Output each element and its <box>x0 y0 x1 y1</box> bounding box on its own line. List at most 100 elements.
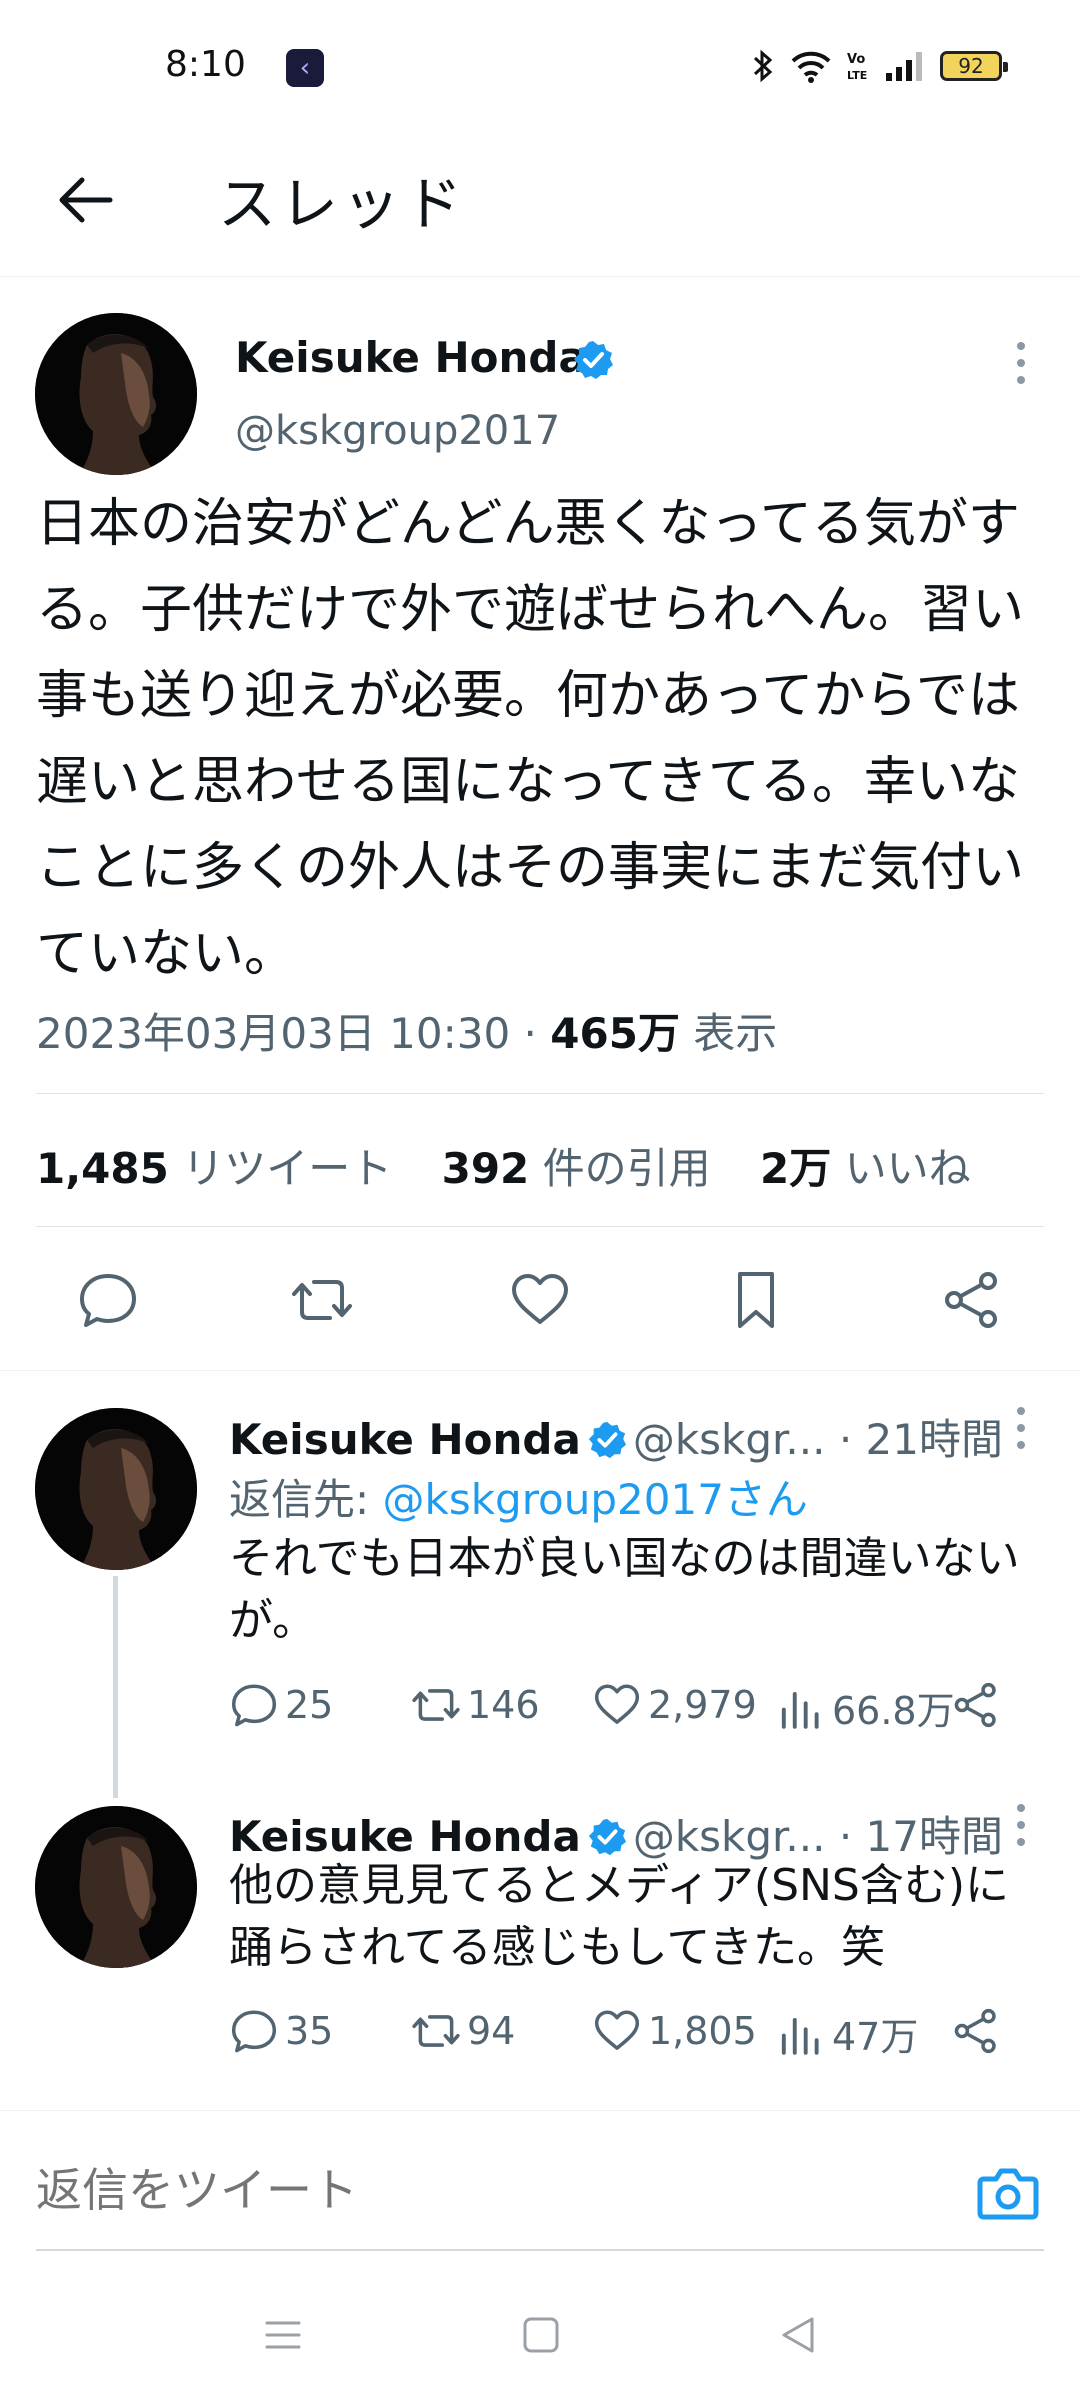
reply-count: 25 <box>285 1683 334 1727</box>
reply-time[interactable]: · 21時間 <box>839 1415 1003 1464</box>
share-button[interactable] <box>951 2006 1001 2056</box>
quote-stat[interactable]: 392 件の引用 <box>442 1144 711 1193</box>
views-button[interactable]: 47万 <box>776 2006 918 2061</box>
view-label: 表示 <box>693 1009 778 1058</box>
reply-header: Keisuke Honda @kskgr... · 21時間 <box>229 1406 1003 1467</box>
quote-count: 392 <box>441 1144 530 1193</box>
tweet-meta: 2023年03月03日 10:30 · 465万 表示 <box>36 1000 777 1061</box>
divider <box>36 1226 1044 1227</box>
author-name[interactable]: Keisuke Honda <box>229 1812 581 1861</box>
author-handle[interactable]: @kskgr... <box>633 1415 826 1464</box>
reply-icon <box>231 1684 277 1727</box>
reply-to-line: 返信先: @kskgroup2017さん <box>229 1466 808 1527</box>
more-options-icon[interactable] <box>1006 338 1036 388</box>
retweet-button[interactable]: 94 <box>411 2006 515 2056</box>
share-icon[interactable] <box>940 1268 1004 1332</box>
more-options-icon[interactable] <box>1006 1403 1036 1453</box>
page-title: スレッド <box>218 170 467 238</box>
avatar[interactable] <box>35 313 197 475</box>
retweet-icon <box>412 2015 460 2047</box>
tweet-date[interactable]: 2023年03月03日 10:30 <box>36 1009 510 1058</box>
camera-icon[interactable] <box>976 2161 1040 2225</box>
input-underline <box>36 2249 1044 2251</box>
back-icon[interactable] <box>768 2305 828 2365</box>
reply-time[interactable]: · 17時間 <box>839 1812 1003 1861</box>
bookmark-icon[interactable] <box>724 1268 788 1332</box>
author-handle[interactable]: @kskgroup2017 <box>235 408 560 454</box>
status-bar: 8:10 ‹ Vo LTE 92 <box>0 0 1080 135</box>
like-icon <box>594 1684 640 1724</box>
analytics-icon <box>781 2017 819 2055</box>
reply-to-label: 返信先: <box>229 1475 383 1524</box>
home-icon[interactable] <box>511 2305 571 2365</box>
volte-icon: Vo LTE <box>847 52 867 82</box>
retweet-count: 146 <box>467 1683 540 1727</box>
thread-header: スレッド <box>0 135 1080 277</box>
retweet-stat[interactable]: 1,485 リツイート <box>36 1144 392 1193</box>
reply-icon[interactable] <box>76 1268 140 1332</box>
like-label: いいね <box>844 1144 971 1193</box>
share-button[interactable] <box>951 1680 1001 1730</box>
tweet-action-bar <box>0 1260 1080 1340</box>
reply-count: 35 <box>285 2009 334 2053</box>
verified-badge-icon <box>574 341 613 379</box>
avatar[interactable] <box>35 1806 197 1968</box>
like-icon[interactable] <box>508 1268 572 1332</box>
reply-text: 他の意見見てるとメディア(SNS含む)に踊らされてる感じもしてきた。笑 <box>229 1860 1010 1973</box>
view-count[interactable]: 465万 <box>550 1009 680 1058</box>
svg-text:Vo: Vo <box>847 52 865 67</box>
reply-composer <box>0 2110 1080 2251</box>
analytics-icon <box>781 1691 819 1729</box>
verified-badge-icon <box>588 1818 626 1856</box>
like-icon <box>594 2010 640 2050</box>
svg-text:LTE: LTE <box>847 69 867 82</box>
retweet-icon[interactable] <box>290 1268 354 1332</box>
retweet-count: 94 <box>467 2009 516 2053</box>
thread-connector <box>113 1576 118 1798</box>
reply-action-bar: 25 146 2,979 66.8万 <box>229 1680 1029 1740</box>
share-icon <box>954 2008 996 2054</box>
reply-action-bar: 35 94 1,805 47万 <box>229 2006 1029 2066</box>
like-count: 1,805 <box>648 2009 757 2053</box>
tweet-stats: 1,485 リツイート 392 件の引用 2万 いいね <box>36 1135 1007 1196</box>
retweet-button[interactable]: 146 <box>411 1680 540 1730</box>
signal-icon <box>886 52 922 81</box>
back-arrow-icon[interactable] <box>50 165 120 235</box>
portrait-image <box>35 1408 197 1570</box>
status-icons: Vo LTE 92 <box>750 48 1008 84</box>
reply-to-mention[interactable]: @kskgroup2017さん <box>383 1475 808 1524</box>
system-nav-bar <box>0 2280 1080 2400</box>
like-count: 2万 <box>760 1144 832 1193</box>
share-icon <box>954 1682 996 1728</box>
wifi-icon <box>791 51 831 83</box>
author-name[interactable]: Keisuke Honda <box>229 1415 581 1464</box>
author-handle[interactable]: @kskgr... <box>633 1812 826 1861</box>
status-time: 8:10 <box>165 44 246 85</box>
retweet-count: 1,485 <box>36 1144 169 1193</box>
reply-icon <box>231 2010 277 2053</box>
reply-button[interactable]: 25 <box>229 1680 333 1730</box>
portrait-image <box>35 313 197 475</box>
like-button[interactable]: 2,979 <box>592 1680 757 1730</box>
battery-icon: 92 <box>940 51 1008 81</box>
quote-label: 件の引用 <box>542 1144 711 1193</box>
like-button[interactable]: 1,805 <box>592 2006 757 2056</box>
view-count: 66.8万 <box>832 1689 955 1733</box>
like-stat[interactable]: 2万 いいね <box>760 1144 971 1193</box>
avatar[interactable] <box>35 1408 197 1570</box>
verified-badge-icon <box>588 1421 626 1459</box>
author-name[interactable]: Keisuke Honda <box>235 333 587 382</box>
portrait-image <box>35 1806 197 1968</box>
reply-input[interactable] <box>36 2163 936 2217</box>
more-options-icon[interactable] <box>1006 1800 1036 1850</box>
reply-text: それでも日本が良い国なのは間違いないが。 <box>229 1533 1020 1646</box>
views-button[interactable]: 66.8万 <box>776 1680 955 1735</box>
meta-separator: · <box>523 1009 537 1058</box>
divider <box>36 1093 1044 1094</box>
divider <box>0 1370 1080 1371</box>
menu-icon[interactable] <box>253 2305 313 2365</box>
bluetooth-icon <box>753 49 773 83</box>
reply-button[interactable]: 35 <box>229 2006 333 2056</box>
retweet-icon <box>412 1689 460 1721</box>
view-count: 47万 <box>832 2015 919 2059</box>
